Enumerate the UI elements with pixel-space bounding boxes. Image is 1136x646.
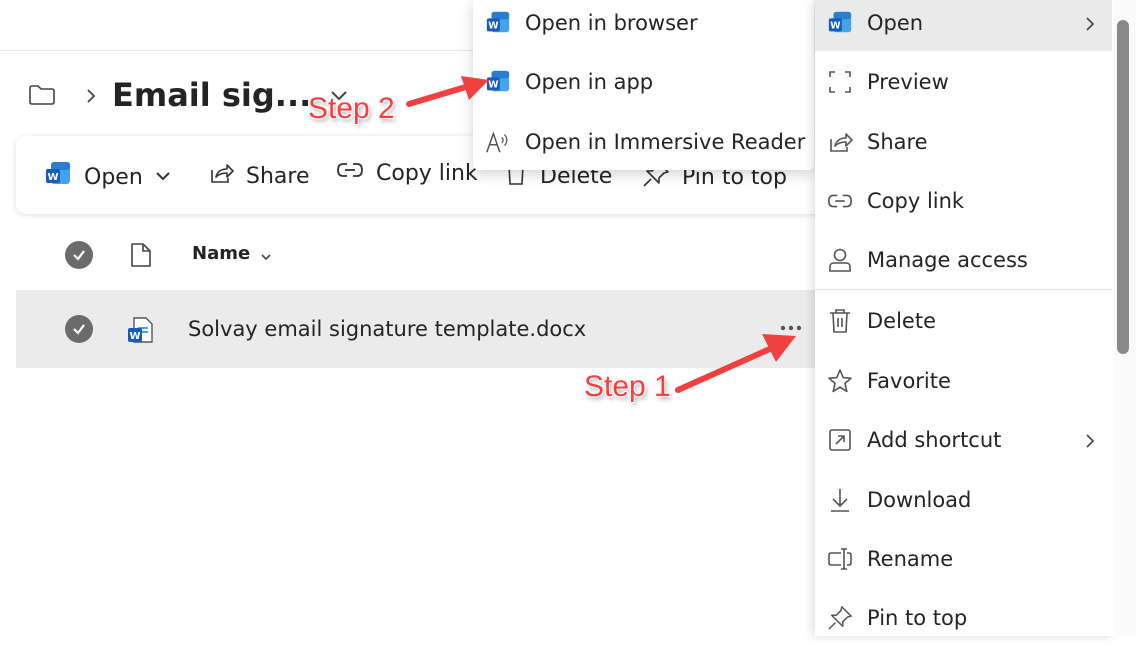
context-favorite-label: Favorite <box>867 369 951 393</box>
open-in-immersive-reader-label: Open in Immersive Reader <box>525 130 806 154</box>
link-icon <box>827 188 853 214</box>
chevron-right-icon <box>1084 13 1096 37</box>
context-preview-label: Preview <box>867 70 949 94</box>
open-in-browser-label: Open in browser <box>525 11 698 35</box>
share-button[interactable]: Share <box>208 160 310 192</box>
word-icon: W <box>485 10 511 36</box>
folder-icon[interactable] <box>28 84 56 106</box>
context-delete-item[interactable]: Delete <box>815 293 1112 349</box>
open-button[interactable]: W Open <box>44 160 183 194</box>
share-icon <box>827 129 853 155</box>
context-manage-access-label: Manage access <box>867 248 1028 272</box>
svg-text:W: W <box>129 331 140 342</box>
person-icon <box>827 247 853 273</box>
word-icon: W <box>827 10 853 36</box>
svg-text:W: W <box>488 21 498 32</box>
context-preview-item[interactable]: Preview <box>815 54 1112 110</box>
context-open-item[interactable]: W Open <box>815 0 1112 51</box>
open-in-immersive-reader-item[interactable]: Open in Immersive Reader <box>473 114 814 170</box>
immersive-reader-icon <box>485 129 511 155</box>
context-favorite-item[interactable]: Favorite <box>815 353 1112 409</box>
context-open-label: Open <box>867 11 924 35</box>
download-icon <box>827 487 853 513</box>
select-all-checkbox[interactable] <box>65 241 93 269</box>
chevron-right-icon <box>1084 430 1096 454</box>
copy-link-button-label: Copy link <box>376 160 478 186</box>
copy-link-button[interactable]: Copy link <box>336 160 478 186</box>
pin-icon <box>827 605 853 631</box>
chevron-down-icon[interactable] <box>260 248 272 267</box>
open-button-label: Open <box>84 164 143 190</box>
row-checkbox[interactable] <box>65 315 93 343</box>
rename-icon <box>827 546 853 572</box>
context-copy-link-item[interactable]: Copy link <box>815 173 1112 229</box>
page-title[interactable]: Email sig... <box>112 76 311 114</box>
star-icon <box>827 368 853 394</box>
step1-label: Step 1 <box>584 370 671 403</box>
context-share-label: Share <box>867 130 928 154</box>
step2-arrow <box>406 76 489 107</box>
context-download-label: Download <box>867 488 972 512</box>
chevron-right-icon <box>84 88 98 103</box>
context-delete-label: Delete <box>867 309 936 333</box>
share-button-label: Share <box>246 163 310 189</box>
open-in-app-item[interactable]: W Open in app <box>473 54 814 110</box>
link-icon <box>336 160 376 186</box>
open-in-app-label: Open in app <box>525 70 654 94</box>
shortcut-icon <box>827 427 853 453</box>
svg-text:W: W <box>830 21 840 32</box>
word-icon: W <box>44 160 84 194</box>
checkmark-icon <box>73 324 85 335</box>
context-share-item[interactable]: Share <box>815 114 1112 170</box>
context-download-item[interactable]: Download <box>815 472 1112 528</box>
share-icon <box>208 160 246 192</box>
context-add-shortcut-item[interactable]: Add shortcut <box>815 412 1112 468</box>
breadcrumb: Email sig... <box>28 72 349 118</box>
column-header-name[interactable]: Name <box>192 243 250 264</box>
word-file-icon: W <box>126 316 154 350</box>
context-menu: W Open Preview Share Copy link Manage ac… <box>815 0 1115 636</box>
step2-label: Step 2 <box>308 92 395 125</box>
context-rename-item[interactable]: Rename <box>815 531 1112 587</box>
scrollbar-thumb[interactable] <box>1117 20 1129 354</box>
step1-arrow <box>675 334 796 393</box>
checkmark-icon <box>73 250 85 261</box>
file-type-icon <box>130 242 152 272</box>
context-add-shortcut-label: Add shortcut <box>867 428 1002 452</box>
context-copy-link-label: Copy link <box>867 189 965 213</box>
svg-text:W: W <box>47 172 58 183</box>
preview-icon <box>827 69 853 95</box>
list-header: Name <box>16 226 816 284</box>
context-manage-access-item[interactable]: Manage access <box>815 232 1112 288</box>
chevron-down-icon <box>155 165 183 190</box>
file-name[interactable]: Solvay email signature template.docx <box>188 317 586 341</box>
context-pin-to-top-label: Pin to top <box>867 606 968 630</box>
menu-divider <box>815 289 1112 290</box>
trash-icon <box>827 308 853 334</box>
open-submenu: W Open in browser W Open in app Open in … <box>473 0 814 170</box>
open-in-browser-item[interactable]: W Open in browser <box>473 0 814 51</box>
context-pin-to-top-item[interactable]: Pin to top <box>815 590 1112 646</box>
context-rename-label: Rename <box>867 547 954 571</box>
